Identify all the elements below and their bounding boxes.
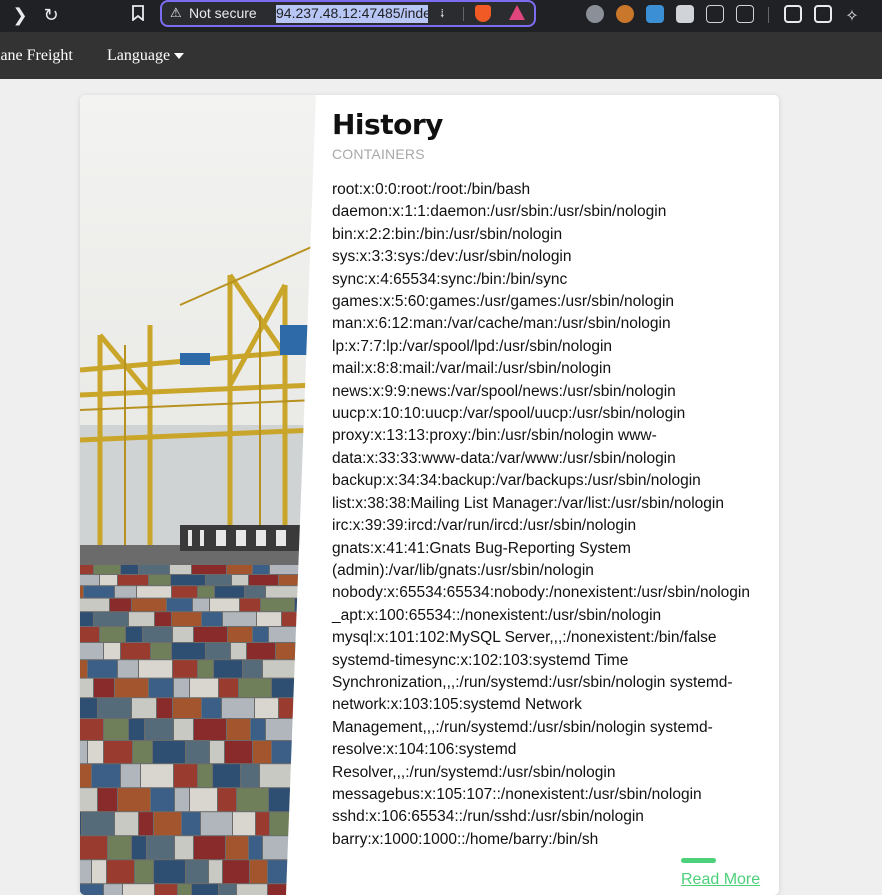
page-title: History bbox=[332, 108, 443, 141]
passwd-line: sync:x:4:65534:sync:/bin:/bin/sync bbox=[332, 270, 568, 288]
passwd-line: Management,,,:/run/systemd:/usr/sbin/nol… bbox=[332, 718, 713, 736]
language-label: Language bbox=[107, 47, 171, 64]
passwd-line: mail:x:8:8:mail:/var/mail:/usr/sbin/nolo… bbox=[332, 360, 612, 378]
passwd-output: root:x:0:0:root:/root:/bin/bash daemon:x:… bbox=[332, 179, 772, 851]
passwd-line: uucp:x:10:10:uucp:/var/spool/uucp:/usr/s… bbox=[332, 405, 686, 423]
passwd-line: proxy:x:13:13:proxy:/bin:/usr/sbin/nolog… bbox=[332, 427, 657, 445]
passwd-line: resolve:x:104:106:systemd bbox=[332, 741, 517, 759]
passwd-line: barry:x:1000:1000::/home/barry:/bin/sh bbox=[332, 830, 599, 848]
passwd-line: Resolver,,,:/run/systemd:/usr/sbin/nolog… bbox=[332, 763, 616, 781]
passwd-line: irc:x:39:39:ircd:/var/run/ircd:/usr/sbin… bbox=[332, 517, 637, 535]
history-card: History CONTAINERS root:x:0:0:root:/root… bbox=[80, 95, 779, 895]
passwd-line: (admin):/var/lib/gnats:/usr/sbin/nologin bbox=[332, 561, 594, 579]
passwd-line: games:x:5:60:games:/usr/games:/usr/sbin/… bbox=[332, 293, 675, 311]
passwd-line: _apt:x:100:65534::/nonexistent:/usr/sbin… bbox=[332, 606, 662, 624]
address-bar[interactable]: ⚠ Not secure 94.237.48.12:47485/index.ph… bbox=[160, 0, 536, 27]
leo-icon[interactable]: ✧ bbox=[840, 4, 864, 28]
passwd-line: network:x:103:105:systemd Network bbox=[332, 696, 582, 714]
accent-bar bbox=[681, 858, 716, 863]
passwd-line: lp:x:7:7:lp:/var/spool/lpd:/usr/sbin/nol… bbox=[332, 337, 613, 355]
bookmark-icon[interactable] bbox=[126, 4, 150, 28]
site-navbar: lane Freight Language bbox=[0, 32, 882, 79]
language-dropdown[interactable]: Language bbox=[107, 47, 185, 65]
extensions-puzzle-icon[interactable] bbox=[706, 5, 724, 23]
reload-icon[interactable]: ↻ bbox=[39, 4, 63, 28]
passwd-line: systemd-timesync:x:102:103:systemd Time bbox=[332, 651, 629, 669]
brave-shields-icon[interactable] bbox=[475, 5, 491, 22]
passwd-line: data:x:33:33:www-data:/var/www:/usr/sbin… bbox=[332, 449, 676, 467]
passwd-line: sshd:x:106:65534::/run/sshd:/usr/sbin/no… bbox=[332, 808, 644, 826]
read-more-link[interactable]: Read More bbox=[681, 871, 760, 889]
passwd-line: daemon:x:1:1:daemon:/usr/sbin:/usr/sbin/… bbox=[332, 203, 667, 221]
passwd-line: man:x:6:12:man:/var/cache/man:/usr/sbin/… bbox=[332, 315, 671, 333]
security-label[interactable]: Not secure bbox=[189, 5, 257, 21]
passwd-line: backup:x:34:34:backup:/var/backups:/usr/… bbox=[332, 472, 701, 490]
toolbar-divider bbox=[768, 7, 769, 23]
extension-icon-3[interactable] bbox=[646, 5, 664, 23]
wallet-icon[interactable] bbox=[814, 5, 832, 23]
passwd-line: mysql:x:101:102:MySQL Server,,,:/nonexis… bbox=[332, 629, 717, 647]
photo-slant-mask bbox=[286, 95, 320, 895]
omnibox-divider bbox=[463, 7, 464, 21]
passwd-line: root:x:0:0:root:/root:/bin/bash bbox=[332, 181, 531, 198]
url-text[interactable]: 94.237.48.12:47485/index.php?page=histor… bbox=[276, 5, 428, 23]
brand-link[interactable]: lane Freight bbox=[0, 47, 73, 65]
share-icon[interactable]: ⭭ bbox=[440, 5, 445, 27]
passwd-line: Synchronization,,,:/run/systemd:/usr/sbi… bbox=[332, 673, 733, 691]
passwd-line: bin:x:2:2:bin:/bin:/usr/sbin/nologin bbox=[332, 225, 563, 243]
passwd-line: list:x:38:38:Mailing List Manager:/var/l… bbox=[332, 494, 724, 512]
passwd-line: sys:x:3:3:sys:/dev:/usr/sbin/nologin bbox=[332, 248, 572, 266]
screenshot-icon[interactable] bbox=[736, 5, 754, 23]
extension-icon-4[interactable] bbox=[676, 5, 694, 23]
brave-rewards-icon[interactable] bbox=[509, 5, 525, 20]
warning-icon[interactable]: ⚠ bbox=[170, 6, 182, 21]
caret-down-icon bbox=[174, 53, 185, 60]
extension-icon-1[interactable] bbox=[586, 5, 604, 23]
forward-icon[interactable]: ❯ bbox=[8, 4, 32, 28]
cookie-extension-icon[interactable] bbox=[616, 5, 634, 23]
passwd-line: gnats:x:41:41:Gnats Bug-Reporting System bbox=[332, 539, 631, 557]
sidebar-icon[interactable] bbox=[784, 5, 802, 23]
page-subtitle: CONTAINERS bbox=[332, 146, 425, 162]
passwd-line: messagebus:x:105:107::/nonexistent:/usr/… bbox=[332, 785, 702, 803]
browser-toolbar: ❯ ↻ ⚠ Not secure 94.237.48.12:47485/inde… bbox=[0, 0, 882, 32]
passwd-line: nobody:x:65534:65534:nobody:/nonexistent… bbox=[332, 584, 750, 602]
passwd-line: news:x:9:9:news:/var/spool/news:/usr/sbi… bbox=[332, 382, 676, 400]
